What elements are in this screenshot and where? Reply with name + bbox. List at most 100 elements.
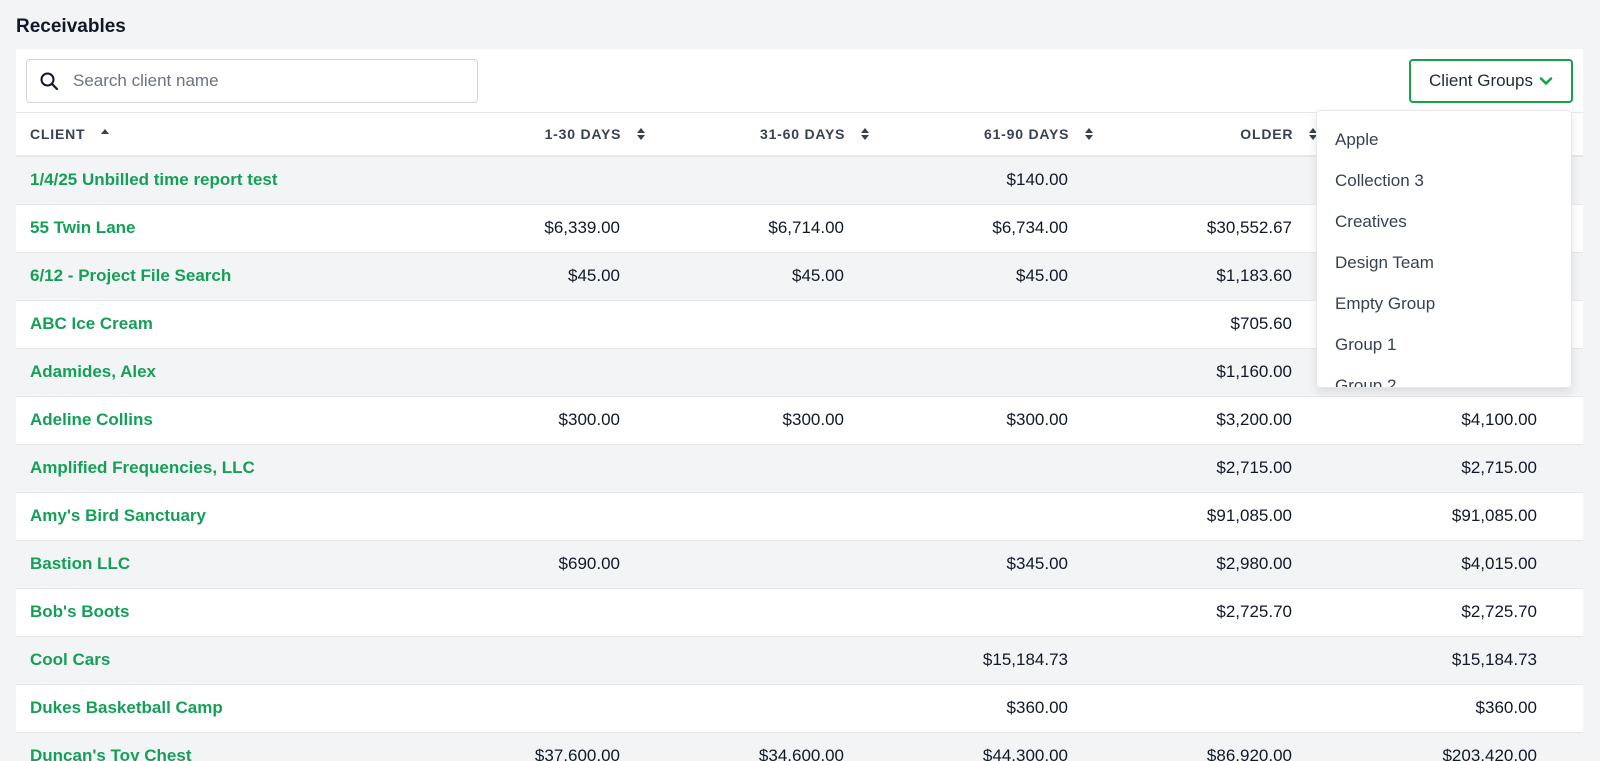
client-link[interactable]: Cool Cars bbox=[30, 650, 110, 669]
client-link[interactable]: Bastion LLC bbox=[30, 554, 130, 573]
amount-older bbox=[1108, 636, 1332, 685]
chevron-down-icon bbox=[1539, 77, 1553, 85]
amount-total: $91,085.00 bbox=[1332, 492, 1583, 541]
sort-ascending-icon bbox=[101, 129, 110, 134]
header-31-60-days-label: 31-60 DAYS bbox=[759, 126, 846, 142]
client-link[interactable]: Dukes Basketball Camp bbox=[30, 698, 223, 717]
header-client-label: CLIENT bbox=[30, 126, 86, 142]
client-link[interactable]: 55 Twin Lane bbox=[30, 218, 136, 237]
client-link[interactable]: ABC Ice Cream bbox=[30, 314, 153, 333]
client-link[interactable]: Amy's Bird Sanctuary bbox=[30, 506, 206, 525]
client-cell: Cool Cars bbox=[16, 636, 436, 685]
table-row: Amplified Frequencies, LLC $2,715.00 $2,71… bbox=[16, 444, 1583, 493]
amount-d31-60 bbox=[660, 492, 884, 541]
amount-older: $3,200.00 bbox=[1108, 396, 1332, 445]
header-older[interactable]: OLDER bbox=[1108, 113, 1332, 157]
client-link[interactable]: Adamides, Alex bbox=[30, 362, 156, 381]
amount-d31-60 bbox=[660, 588, 884, 637]
client-link[interactable]: Adeline Collins bbox=[30, 410, 153, 429]
amount-total: $15,184.73 bbox=[1332, 636, 1583, 685]
dropdown-item[interactable]: Group 1 bbox=[1317, 324, 1571, 365]
table-row: Duncan's Toy Chest $37,600.00 $34,600.00 $4… bbox=[16, 732, 1583, 761]
amount-d31-60: $6,714.00 bbox=[660, 204, 884, 253]
sort-icon bbox=[637, 128, 645, 140]
dropdown-item[interactable]: Design Team bbox=[1317, 242, 1571, 283]
client-cell: 55 Twin Lane bbox=[16, 204, 436, 253]
amount-total: $4,015.00 bbox=[1332, 540, 1583, 589]
amount-d31-60 bbox=[660, 444, 884, 493]
dropdown-item[interactable]: Creatives bbox=[1317, 201, 1571, 242]
amount-d31-60 bbox=[660, 300, 884, 349]
amount-d61-90 bbox=[884, 588, 1108, 637]
amount-older bbox=[1108, 684, 1332, 733]
amount-d61-90: $140.00 bbox=[884, 156, 1108, 205]
amount-d1-30: $45.00 bbox=[436, 252, 660, 301]
header-1-30-days-label: 1-30 DAYS bbox=[544, 126, 622, 142]
search-box[interactable] bbox=[26, 59, 478, 103]
table-row: Adeline Collins $300.00 $300.00 $300.00 $3,2… bbox=[16, 396, 1583, 445]
toolbar: Client Groups bbox=[16, 49, 1583, 113]
amount-total: $4,100.00 bbox=[1332, 396, 1583, 445]
client-cell: 6/12 - Project File Search bbox=[16, 252, 436, 301]
client-link[interactable]: Duncan's Toy Chest bbox=[30, 746, 191, 761]
amount-d1-30: $300.00 bbox=[436, 396, 660, 445]
amount-d31-60: $300.00 bbox=[660, 396, 884, 445]
amount-d31-60: $45.00 bbox=[660, 252, 884, 301]
header-client[interactable]: CLIENT bbox=[16, 113, 436, 157]
amount-d31-60 bbox=[660, 348, 884, 397]
client-link[interactable]: 1/4/25 Unbilled time report test bbox=[30, 170, 278, 189]
header-1-30-days[interactable]: 1-30 DAYS bbox=[436, 113, 660, 157]
table-row: Bob's Boots $2,725.70 $2,725.70 bbox=[16, 588, 1583, 637]
amount-d61-90: $360.00 bbox=[884, 684, 1108, 733]
search-icon bbox=[40, 72, 59, 91]
client-cell: 1/4/25 Unbilled time report test bbox=[16, 156, 436, 205]
amount-older: $1,183.60 bbox=[1108, 252, 1332, 301]
amount-d1-30: $6,339.00 bbox=[436, 204, 660, 253]
client-link[interactable]: Amplified Frequencies, LLC bbox=[30, 458, 255, 477]
client-cell: Adeline Collins bbox=[16, 396, 436, 445]
amount-d1-30 bbox=[436, 300, 660, 349]
amount-older: $91,085.00 bbox=[1108, 492, 1332, 541]
amount-d1-30 bbox=[436, 444, 660, 493]
amount-d61-90: $6,734.00 bbox=[884, 204, 1108, 253]
client-link[interactable]: 6/12 - Project File Search bbox=[30, 266, 231, 285]
amount-total: $2,715.00 bbox=[1332, 444, 1583, 493]
client-groups-button[interactable]: Client Groups bbox=[1409, 59, 1573, 103]
amount-d61-90: $45.00 bbox=[884, 252, 1108, 301]
header-61-90-days[interactable]: 61-90 DAYS bbox=[884, 113, 1108, 157]
amount-older: $2,980.00 bbox=[1108, 540, 1332, 589]
amount-d61-90: $345.00 bbox=[884, 540, 1108, 589]
amount-d1-30 bbox=[436, 636, 660, 685]
amount-d61-90 bbox=[884, 492, 1108, 541]
header-61-90-days-label: 61-90 DAYS bbox=[983, 126, 1070, 142]
client-groups-dropdown[interactable]: Apple Collection 3 Creatives Design Team Emp… bbox=[1316, 110, 1572, 388]
amount-d61-90 bbox=[884, 348, 1108, 397]
dropdown-item[interactable]: Group 2 bbox=[1317, 365, 1571, 387]
amount-d31-60 bbox=[660, 540, 884, 589]
amount-total: $203,420.00 bbox=[1332, 732, 1583, 761]
amount-d1-30: $690.00 bbox=[436, 540, 660, 589]
client-groups-label: Client Groups bbox=[1429, 71, 1533, 90]
dropdown-item[interactable]: Empty Group bbox=[1317, 283, 1571, 324]
header-older-label: OLDER bbox=[1240, 126, 1294, 142]
dropdown-item[interactable]: Collection 3 bbox=[1317, 160, 1571, 201]
search-input[interactable] bbox=[73, 71, 453, 91]
client-groups-list: Apple Collection 3 Creatives Design Team Emp… bbox=[1317, 111, 1571, 387]
amount-d61-90: $15,184.73 bbox=[884, 636, 1108, 685]
client-cell: Amplified Frequencies, LLC bbox=[16, 444, 436, 493]
amount-d1-30 bbox=[436, 492, 660, 541]
amount-d61-90: $44,300.00 bbox=[884, 732, 1108, 761]
client-cell: Adamides, Alex bbox=[16, 348, 436, 397]
amount-d1-30: $37,600.00 bbox=[436, 732, 660, 761]
amount-d1-30 bbox=[436, 684, 660, 733]
amount-d61-90: $300.00 bbox=[884, 396, 1108, 445]
amount-older: $1,160.00 bbox=[1108, 348, 1332, 397]
amount-total: $360.00 bbox=[1332, 684, 1583, 733]
page-title: Receivables bbox=[16, 16, 126, 37]
client-cell: Bastion LLC bbox=[16, 540, 436, 589]
amount-d31-60: $34,600.00 bbox=[660, 732, 884, 761]
client-link[interactable]: Bob's Boots bbox=[30, 602, 129, 621]
header-31-60-days[interactable]: 31-60 DAYS bbox=[660, 113, 884, 157]
dropdown-item[interactable]: Apple bbox=[1317, 119, 1571, 160]
table-row: Dukes Basketball Camp $360.00 $360.00 bbox=[16, 684, 1583, 733]
